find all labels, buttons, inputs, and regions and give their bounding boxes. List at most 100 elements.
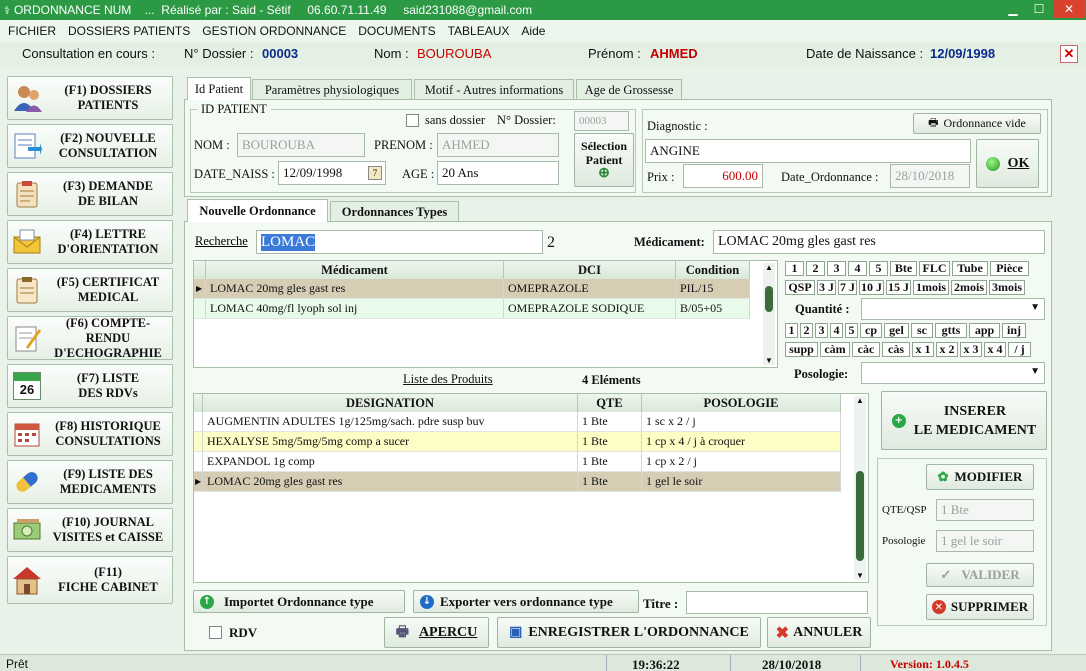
maximize-button[interactable]: ☐ xyxy=(1026,0,1052,18)
menu-aide[interactable]: Aide xyxy=(521,24,545,38)
table-cell[interactable]: LOMAC 20mg gles gast res xyxy=(203,472,578,492)
chip-button[interactable]: gel xyxy=(884,323,909,338)
grid-cell[interactable]: B/05+05 xyxy=(676,299,750,319)
chip-button[interactable]: 3 J xyxy=(817,280,836,295)
chip-button[interactable]: 4 xyxy=(848,261,867,276)
chip-button[interactable]: inj xyxy=(1002,323,1026,338)
grid-cell[interactable]: LOMAC 20mg gles gast res xyxy=(206,279,504,299)
minimize-button[interactable]: ▁ xyxy=(1000,0,1026,18)
apercu-button[interactable]: 🖶 APERCU xyxy=(384,617,489,648)
table-cell[interactable]: 1 cp x 2 / j xyxy=(642,452,841,472)
chip-button[interactable]: Pièce xyxy=(990,261,1029,276)
chip-button[interactable]: Tube xyxy=(952,261,988,276)
table-cell[interactable]: AUGMENTIN ADULTES 1g/125mg/sach. pdre su… xyxy=(203,412,578,432)
tab-id-patient[interactable]: Id Patient xyxy=(187,77,251,100)
chip-button[interactable]: 15 J xyxy=(886,280,911,295)
nav-journal-caisse[interactable]: (F10) JOURNAL VISITES et CAISSE xyxy=(7,508,173,552)
chip-button[interactable]: x 2 xyxy=(936,342,958,357)
grid-cell[interactable]: OMEPRAZOLE xyxy=(504,279,676,299)
chip-button[interactable]: sc xyxy=(911,323,933,338)
annuler-button[interactable]: ✖ ANNULER xyxy=(767,617,871,648)
inserer-medicament-button[interactable]: + INSERER LE MEDICAMENT xyxy=(881,391,1047,450)
tab-age-grossesse[interactable]: Age de Grossesse xyxy=(576,79,682,100)
close-button[interactable]: ✕ xyxy=(1053,0,1085,18)
titre-input[interactable] xyxy=(686,591,868,614)
valider-button[interactable]: ✓ VALIDER xyxy=(926,563,1034,587)
grid-scrollbar[interactable]: ▲ ▼ xyxy=(763,263,775,365)
chip-button[interactable]: 3 xyxy=(827,261,846,276)
nav-fiche-cabinet[interactable]: (F11) FICHE CABINET xyxy=(7,556,173,604)
chip-button[interactable]: 2mois xyxy=(951,280,987,295)
products-scrollbar[interactable]: ▲ ▼ xyxy=(854,396,866,580)
chip-button[interactable]: càc xyxy=(852,342,880,357)
chip-button[interactable]: cp xyxy=(860,323,882,338)
tab-parametres[interactable]: Paramètres physiologiques xyxy=(252,79,412,100)
nav-liste-rdvs[interactable]: 26 (F7) LISTE DES RDVs xyxy=(7,364,173,408)
liste-produits-link[interactable]: Liste des Produits xyxy=(403,372,493,387)
chip-button[interactable]: app xyxy=(969,323,1000,338)
table-cell[interactable]: 1 Bte xyxy=(578,412,642,432)
chip-button[interactable]: càs xyxy=(882,342,910,357)
chip-button[interactable]: 10 J xyxy=(859,280,884,295)
diagnostic-field[interactable]: ANGINE xyxy=(645,139,971,163)
nav-compte-rendu-echographie[interactable]: (F6) COMPTE-RENDU D'ECHOGRAPHIE xyxy=(7,316,173,360)
import-ordonnance-button[interactable]: ↑ Importet Ordonnance type xyxy=(193,590,405,613)
chip-button[interactable]: 3mois xyxy=(989,280,1025,295)
table-cell[interactable]: 1 cp x 4 / j à croquer xyxy=(642,432,841,452)
chip-button[interactable]: 2 xyxy=(806,261,825,276)
chip-button[interactable]: / j xyxy=(1008,342,1031,357)
search-input[interactable]: LOMAC xyxy=(256,230,543,254)
chip-button[interactable]: 2 xyxy=(800,323,813,338)
menu-fichier[interactable]: FICHIER xyxy=(8,24,56,38)
chip-button[interactable]: Bte xyxy=(890,261,917,276)
modifier-button[interactable]: ✿ MODIFIER xyxy=(926,464,1034,490)
nav-lettre-orientation[interactable]: (F4) LETTRE D'ORIENTATION xyxy=(7,220,173,264)
nav-dossiers-patients[interactable]: (F1) DOSSIERS PATIENTS xyxy=(7,76,173,120)
chip-button[interactable]: x 1 xyxy=(912,342,934,357)
menu-documents[interactable]: DOCUMENTS xyxy=(358,24,435,38)
chip-button[interactable]: càm xyxy=(820,342,850,357)
chip-button[interactable]: 1 xyxy=(785,261,804,276)
chip-button[interactable]: supp xyxy=(785,342,818,357)
menu-dossiers-patients[interactable]: DOSSIERS PATIENTS xyxy=(68,24,190,38)
chip-button[interactable]: 1 xyxy=(785,323,798,338)
chip-button[interactable]: QSP xyxy=(785,280,815,295)
chip-button[interactable]: 7 J xyxy=(838,280,857,295)
clear-patient-icon[interactable]: ✕ xyxy=(1060,45,1078,63)
menu-gestion-ordonnance[interactable]: GESTION ORDONNANCE xyxy=(202,24,346,38)
posologie-select[interactable]: ▼ xyxy=(861,362,1045,384)
menu-tableaux[interactable]: TABLEAUX xyxy=(448,24,510,38)
chip-button[interactable]: x 3 xyxy=(960,342,982,357)
patient-date-field[interactable]: 12/09/1998 7 xyxy=(278,161,386,185)
sans-dossier-checkbox[interactable] xyxy=(406,114,419,127)
table-cell[interactable]: 1 Bte xyxy=(578,452,642,472)
prix-field[interactable]: 600.00 xyxy=(683,164,763,188)
table-cell[interactable]: 1 Bte xyxy=(578,432,642,452)
table-cell[interactable]: 1 Bte xyxy=(578,472,642,492)
chip-button[interactable]: 3 xyxy=(815,323,828,338)
chip-button[interactable]: x 4 xyxy=(984,342,1006,357)
nav-certificat-medical[interactable]: (F5) CERTIFICAT MEDICAL xyxy=(7,268,173,312)
ordonnance-vide-button[interactable]: 🖶 Ordonnance vide xyxy=(913,113,1041,134)
rdv-checkbox[interactable] xyxy=(209,626,222,639)
table-cell[interactable]: EXPANDOL 1g comp xyxy=(203,452,578,472)
nav-nouvelle-consultation[interactable]: (F2) NOUVELLE CONSULTATION xyxy=(7,124,173,168)
quantite-select[interactable]: ▼ xyxy=(861,298,1045,320)
grid-cell[interactable]: LOMAC 40mg/fl lyoph sol inj xyxy=(206,299,504,319)
nav-liste-medicaments[interactable]: (F9) LISTE DES MEDICAMENTS xyxy=(7,460,173,504)
tab-nouvelle-ordonnance[interactable]: Nouvelle Ordonnance xyxy=(187,199,328,222)
chip-button[interactable]: 4 xyxy=(830,323,843,338)
chip-button[interactable]: 1mois xyxy=(913,280,949,295)
calendar-picker-icon[interactable]: 7 xyxy=(368,166,382,180)
medicament-field[interactable]: LOMAC 20mg gles gast res xyxy=(713,230,1045,254)
patient-age-field[interactable]: 20 Ans xyxy=(437,161,559,185)
enregistrer-ordonnance-button[interactable]: ▣ ENREGISTRER L'ORDONNANCE xyxy=(497,617,761,648)
table-cell[interactable]: HEXALYSE 5mg/5mg/5mg comp a sucer xyxy=(203,432,578,452)
tab-motif[interactable]: Motif - Autres informations xyxy=(414,79,574,100)
chip-button[interactable]: gtts xyxy=(935,323,967,338)
grid-cell[interactable]: PIL/15 xyxy=(676,279,750,299)
select-patient-button[interactable]: Sélection Patient ⊕ xyxy=(574,133,634,187)
nav-demande-bilan[interactable]: (F3) DEMANDE DE BILAN xyxy=(7,172,173,216)
tab-ordonnances-types[interactable]: Ordonnances Types xyxy=(330,201,459,222)
table-cell[interactable]: 1 gel le soir xyxy=(642,472,841,492)
